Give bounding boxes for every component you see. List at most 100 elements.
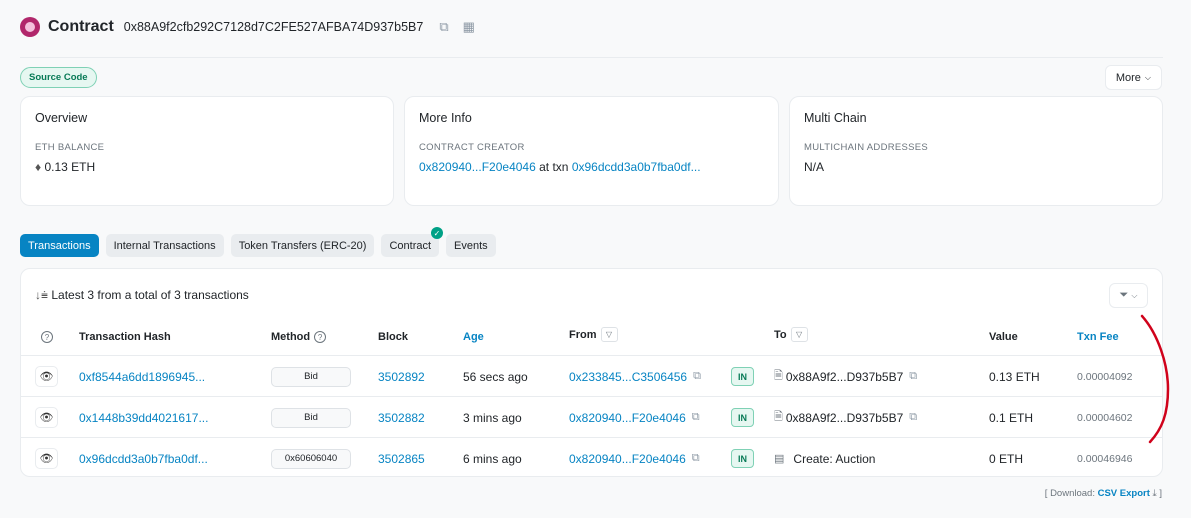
method-badge: Bid: [271, 366, 351, 387]
method-badge: 0x60606040: [271, 448, 351, 469]
eth-diamond-icon: ♦: [35, 160, 42, 174]
tab-contract-label: Contract: [389, 239, 432, 252]
copy-icon[interactable]: ⧉: [909, 370, 917, 383]
col-value: Value: [989, 331, 1018, 343]
download-icon[interactable]: ⤓: [1153, 488, 1157, 499]
to-address: 0x88A9f2...D937b5B7: [785, 410, 904, 425]
col-from: From ▽: [569, 327, 618, 342]
filter-icon: ⏷: [1119, 289, 1129, 301]
txn-hash-link[interactable]: 0x96dcdd3a0b7fba0df...: [79, 438, 208, 479]
copy-icon[interactable]: ⧉: [692, 411, 700, 424]
from-address-link[interactable]: 0x820940...F20e4046: [569, 411, 686, 425]
annotation-bracket: [1140, 314, 1170, 444]
col-to: To ▽: [774, 327, 808, 342]
from-address-link[interactable]: 0x820940...F20e4046: [569, 452, 686, 466]
contract-creator-label: CONTRACT CREATOR: [419, 142, 525, 153]
eye-icon[interactable]: 👁: [35, 448, 58, 469]
copy-icon[interactable]: ⧉: [693, 370, 701, 383]
eye-icon[interactable]: 👁: [35, 366, 58, 387]
chevron-down-icon: ⌵: [1144, 72, 1151, 82]
col-transaction-hash: Transaction Hash: [79, 331, 171, 343]
verified-check-icon: ✓: [431, 227, 444, 239]
block-link[interactable]: 3502865: [378, 438, 425, 479]
chevron-down-icon: ⌵: [1131, 290, 1138, 300]
txn-fee-text: 0.00004602: [1077, 411, 1133, 424]
direction-badge: IN: [731, 449, 754, 468]
txn-fee-text: 0.00046946: [1077, 452, 1133, 465]
block-link[interactable]: 3502892: [378, 356, 425, 397]
creation-txn-link[interactable]: 0x96dcdd3a0b7fba0df...: [572, 160, 701, 174]
method-badge: Bid: [271, 407, 351, 428]
creator-address-link[interactable]: 0x820940...F20e4046: [419, 160, 536, 174]
overview-title: Overview: [35, 111, 88, 125]
source-code-badge[interactable]: Source Code: [20, 67, 97, 88]
col-method: Method ?: [271, 331, 327, 343]
txn-hash-link[interactable]: 0xf8544a6dd1896945...: [79, 356, 205, 397]
more-info-card: More Info CONTRACT CREATOR 0x820940...F2…: [404, 96, 779, 206]
col-from-label: From: [569, 328, 597, 341]
csv-export-link[interactable]: CSV Export: [1098, 488, 1150, 499]
more-info-title: More Info: [419, 111, 472, 125]
page-header: Contract 0x88A9f2cfb292C7128d7C2FE527AFB…: [20, 14, 475, 40]
block-link[interactable]: 3502882: [378, 397, 425, 438]
download-prefix: [ Download:: [1044, 488, 1095, 499]
tab-events[interactable]: Events: [446, 234, 496, 257]
contract-doc-icon: 🗎: [774, 411, 783, 423]
col-txn-fee[interactable]: Txn Fee: [1077, 331, 1119, 343]
sort-desc-icon: ↓⩧: [35, 288, 49, 302]
info-header: ?: [41, 331, 53, 343]
to-address: 0x88A9f2...D937b5B7: [785, 369, 904, 384]
value-text: 0.13 ETH: [989, 369, 1040, 384]
to-address: Create: Auction: [793, 451, 876, 466]
header-divider: [20, 57, 1163, 58]
help-icon[interactable]: ?: [314, 331, 327, 343]
more-button-label: More: [1115, 71, 1141, 84]
copy-icon[interactable]: ⧉: [909, 411, 917, 424]
tab-internal-transactions[interactable]: Internal Transactions: [105, 234, 224, 257]
tab-token-transfers[interactable]: Token Transfers (ERC-20): [230, 234, 375, 257]
txn-hash-link[interactable]: 0x1448b39dd4021617...: [79, 397, 208, 438]
copy-icon[interactable]: ⧉: [439, 19, 448, 35]
txn-fee-text: 0.00004092: [1077, 370, 1133, 383]
filter-icon[interactable]: ▽: [790, 327, 808, 342]
col-age[interactable]: Age: [463, 331, 484, 343]
age-text: 6 mins ago: [463, 451, 522, 466]
contract-avatar-icon: [20, 17, 40, 37]
multichain-value: N/A: [804, 160, 825, 174]
multi-chain-card: Multi Chain MULTICHAIN ADDRESSES N/A: [789, 96, 1163, 206]
more-button[interactable]: More ⌵: [1104, 65, 1162, 90]
eth-balance-amount: 0.13 ETH: [44, 160, 96, 174]
tab-bar: Transactions Internal Transactions Token…: [20, 227, 496, 257]
multi-chain-title: Multi Chain: [804, 111, 867, 125]
eth-balance-value: ♦ 0.13 ETH: [35, 160, 379, 174]
multichain-label: MULTICHAIN ADDRESSES: [804, 142, 929, 153]
direction-badge: IN: [731, 367, 754, 386]
col-block: Block: [378, 331, 408, 343]
download-suffix: ]: [1159, 488, 1162, 499]
value-text: 0 ETH: [989, 451, 1024, 466]
age-text: 56 secs ago: [463, 369, 528, 384]
page-title: Contract: [48, 18, 114, 35]
overview-card: Overview ETH BALANCE ♦ 0.13 ETH: [20, 96, 394, 206]
tab-transactions[interactable]: Transactions: [20, 234, 99, 257]
direction-badge: IN: [731, 408, 754, 427]
filter-icon[interactable]: ▽: [600, 327, 618, 342]
tab-contract[interactable]: Contract ✓: [381, 227, 444, 257]
table-row: 👁 0x96dcdd3a0b7fba0df... 0x60606040 3502…: [21, 437, 1162, 478]
contract-creator-value: 0x820940...F20e4046 at txn 0x96dcdd3a0b7…: [419, 160, 764, 174]
col-to-label: To: [774, 328, 787, 341]
from-address-link[interactable]: 0x233845...C3506456: [569, 370, 687, 384]
at-txn-text: at txn: [539, 160, 569, 174]
help-icon[interactable]: ?: [41, 331, 53, 343]
copy-icon[interactable]: ⧉: [692, 452, 700, 465]
contract-create-icon: ▤: [774, 453, 785, 465]
eth-balance-label: ETH BALANCE: [35, 142, 105, 153]
download-csv: [ Download: CSV Export ⤓ ]: [1045, 488, 1162, 499]
contract-doc-icon: 🗎: [774, 370, 783, 382]
eye-icon[interactable]: 👁: [35, 407, 58, 428]
filter-dropdown-button[interactable]: ⏷ ⌵: [1109, 283, 1148, 308]
age-text: 3 mins ago: [463, 410, 522, 425]
table-row: 👁 0x1448b39dd4021617... Bid 3502882 3 mi…: [21, 396, 1162, 437]
col-method-label: Method: [271, 331, 311, 343]
qr-code-icon[interactable]: ▦: [463, 19, 475, 35]
